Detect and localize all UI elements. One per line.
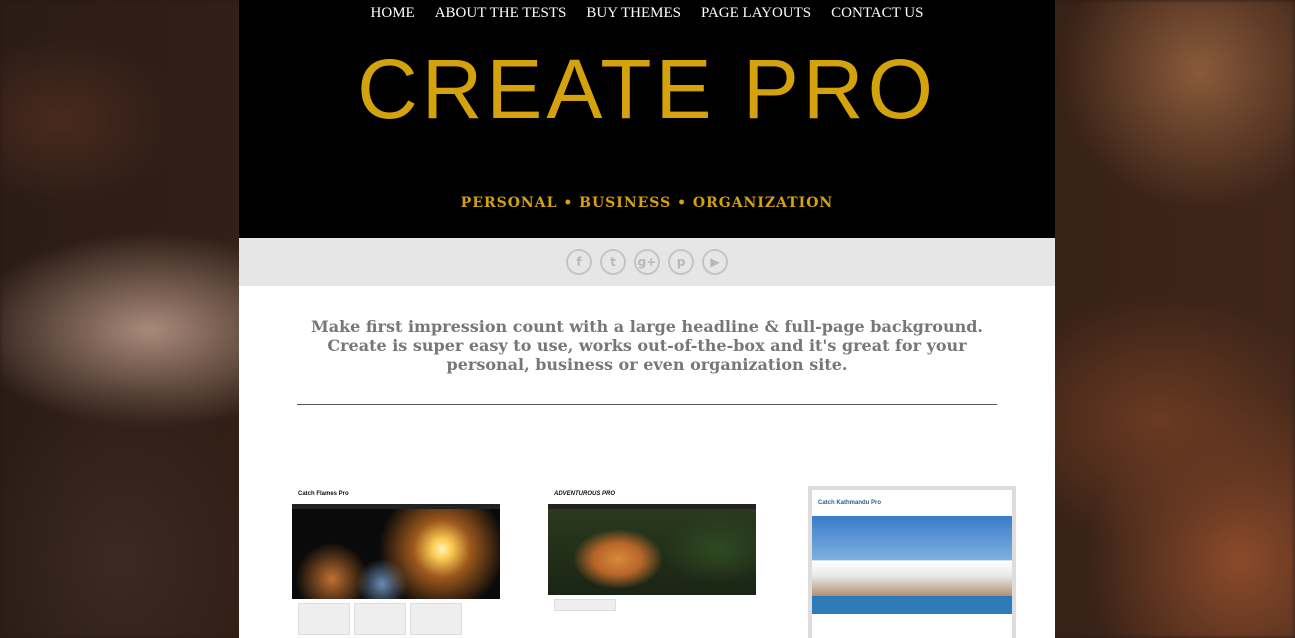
- thumbnail-banner: [812, 596, 1012, 614]
- divider: [297, 404, 997, 405]
- thumbnail-tiger-image: [548, 509, 756, 595]
- pinterest-icon[interactable]: p: [668, 249, 694, 275]
- thumbnail-catch-flames-pro[interactable]: Catch Flames Pro: [292, 486, 500, 638]
- thumbnail-title: ADVENTUROUS PRO: [554, 491, 616, 497]
- youtube-icon[interactable]: ▶: [702, 249, 728, 275]
- thumbnail-temple-image: [812, 516, 1012, 596]
- twitter-icon[interactable]: t: [600, 249, 626, 275]
- google-plus-icon[interactable]: g+: [634, 249, 660, 275]
- site-tagline: PERSONAL • BUSINESS • ORGANIZATION: [460, 195, 834, 211]
- main-nav: HOME ABOUT THE TESTS BUY THEMES PAGE LAY…: [239, 0, 1055, 22]
- nav-item-contact-us[interactable]: CONTACT US: [821, 4, 933, 22]
- nav-item-home[interactable]: HOME: [361, 4, 425, 22]
- thumbnail-content: [548, 595, 756, 618]
- nav-item-page-layouts[interactable]: PAGE LAYOUTS: [691, 4, 821, 22]
- nav-item-about-the-tests[interactable]: ABOUT THE TESTS: [425, 4, 577, 22]
- site-header: HOME ABOUT THE TESTS BUY THEMES PAGE LAY…: [239, 0, 1055, 238]
- thumbnail-sparkler-image: [292, 509, 500, 599]
- intro-text: Make first impression count with a large…: [311, 317, 983, 374]
- nav-item-buy-themes[interactable]: BUY THEMES: [576, 4, 691, 22]
- thumbnail-catch-kathmandu-pro[interactable]: Catch Kathmandu Pro: [808, 486, 1016, 638]
- thumbnail-block: [554, 599, 616, 611]
- thumbnail-block: [354, 603, 406, 635]
- thumbnail-adventurous-pro[interactable]: ADVENTUROUS PRO: [548, 486, 756, 638]
- thumbnail-block: [298, 603, 350, 635]
- thumbnail-content: [292, 599, 500, 638]
- thumbnail-title: Catch Kathmandu Pro: [818, 500, 882, 506]
- thumbnail-block: [410, 603, 462, 635]
- theme-thumbnails: Catch Flames Pro ADVENTUROUS PRO Catch K…: [239, 486, 1055, 638]
- facebook-icon[interactable]: f: [566, 249, 592, 275]
- site-logo[interactable]: CREATE PRO: [239, 44, 1055, 134]
- thumbnail-title: Catch Flames Pro: [298, 491, 349, 497]
- social-icons-bar: f t g+ p ▶: [239, 238, 1055, 286]
- site-container: HOME ABOUT THE TESTS BUY THEMES PAGE LAY…: [239, 0, 1055, 638]
